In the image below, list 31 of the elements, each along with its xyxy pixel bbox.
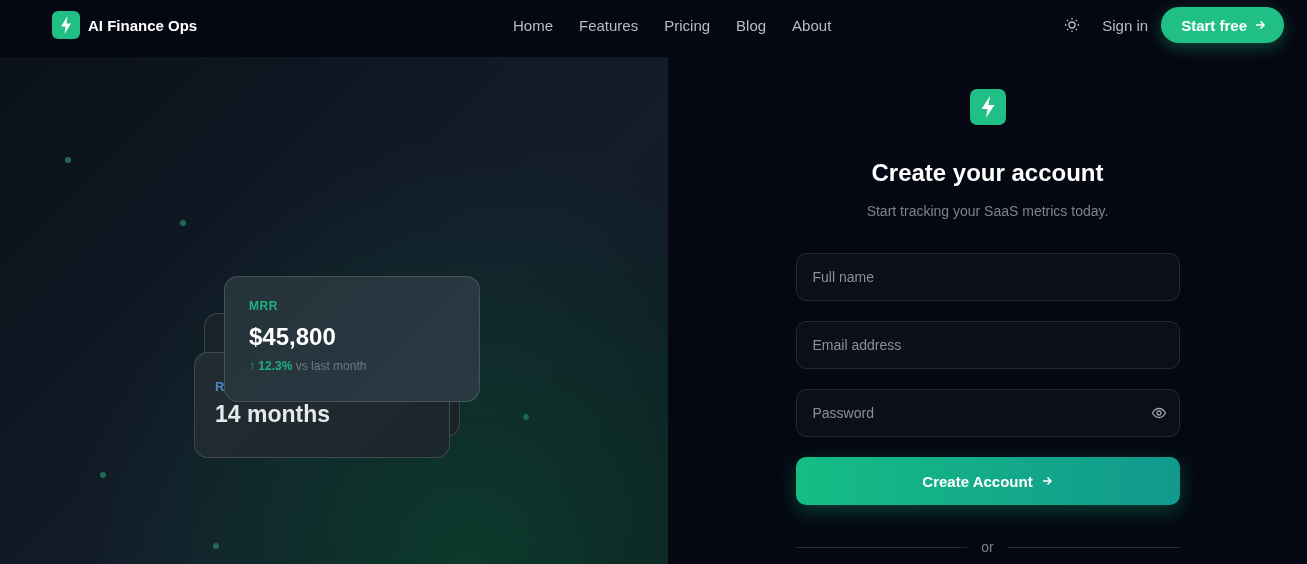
arrow-icon bbox=[1254, 19, 1266, 31]
metric-label: R bbox=[215, 379, 226, 394]
name-field[interactable]: Full name bbox=[795, 253, 1180, 301]
divider-text: or bbox=[981, 539, 994, 555]
metric-note: vs last month bbox=[295, 359, 367, 373]
metric-value: 14 months bbox=[215, 401, 332, 428]
eye-icon[interactable] bbox=[1150, 405, 1167, 421]
password-input[interactable]: Password bbox=[812, 405, 1151, 421]
arrow-icon bbox=[1040, 475, 1053, 487]
sign-in-link[interactable]: Sign in bbox=[1102, 16, 1149, 34]
dot bbox=[213, 543, 219, 549]
form-subtitle: Start tracking your SaaS metrics today. bbox=[866, 203, 1109, 219]
form-title: Create your account bbox=[871, 159, 1104, 187]
dot bbox=[100, 472, 106, 478]
nav-link[interactable]: Features bbox=[579, 16, 639, 34]
metric-change: ↑ 12.3% bbox=[249, 359, 293, 373]
nav-link[interactable]: About bbox=[792, 16, 832, 34]
dot bbox=[65, 157, 71, 163]
nav-link[interactable]: Blog bbox=[736, 16, 767, 34]
sun-icon[interactable] bbox=[1064, 17, 1081, 33]
logo-icon bbox=[52, 11, 80, 39]
metric-label: MRR bbox=[249, 299, 279, 313]
brand-name: AI Finance Ops bbox=[88, 16, 198, 34]
dot bbox=[180, 220, 186, 226]
email-field[interactable]: Email address bbox=[795, 321, 1180, 369]
metric-value: $45,800 bbox=[249, 323, 337, 351]
dot bbox=[523, 414, 529, 420]
logo-icon bbox=[969, 89, 1006, 125]
nav-link[interactable]: Pricing bbox=[664, 16, 711, 34]
nav-link[interactable]: Home bbox=[513, 16, 553, 34]
password-field[interactable]: Password bbox=[795, 389, 1180, 437]
